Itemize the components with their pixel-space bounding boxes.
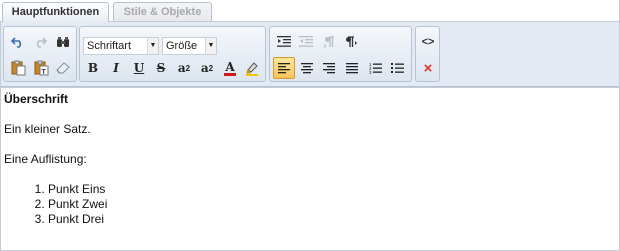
bold-button[interactable]: B (82, 57, 104, 79)
find-button[interactable] (52, 31, 74, 53)
strikethrough-button[interactable]: S (150, 57, 172, 79)
eraser-icon (56, 62, 70, 74)
editor-ordered-list: Punkt Eins Punkt Zwei Punkt Drei (4, 182, 620, 227)
ordered-list-icon: 123 (369, 62, 382, 74)
underline-button[interactable]: U (128, 57, 150, 79)
svg-text:3: 3 (369, 70, 372, 74)
unordered-list-icon (390, 63, 404, 73)
toolbar-group-tools: <> × (415, 26, 440, 82)
list-item: Punkt Eins (48, 182, 620, 197)
toolbar-group-format: Schriftart ▼ Größe ▼ B I U S a2 a2 A (79, 26, 266, 82)
font-color-label: A (225, 59, 235, 74)
align-center-icon (301, 62, 313, 73)
toolbar-group-edit: T (3, 26, 77, 82)
paste-text-button[interactable]: T (30, 57, 52, 79)
eraser-button[interactable] (52, 57, 74, 79)
align-justify-button[interactable] (341, 57, 363, 79)
indent-button[interactable] (273, 31, 295, 53)
unordered-list-button[interactable] (386, 57, 408, 79)
editor-sentence: Ein kleiner Satz. (4, 122, 91, 136)
align-left-icon (278, 62, 290, 73)
align-right-button[interactable] (318, 57, 340, 79)
undo-button[interactable] (7, 31, 29, 53)
ltr-button[interactable] (318, 31, 340, 53)
paste-icon (11, 60, 26, 76)
redo-button[interactable] (29, 31, 51, 53)
font-family-select[interactable]: Schriftart ▼ (83, 37, 159, 55)
font-size-select[interactable]: Größe ▼ (162, 37, 217, 55)
rtl-button[interactable] (341, 31, 363, 53)
ltr-icon (323, 36, 334, 48)
svg-text:T: T (42, 69, 47, 76)
font-color-bar (224, 72, 236, 76)
subscript-label: a (200, 61, 209, 75)
toolbar: T Schriftart ▼ Größe ▼ B I U S a2 a2 A 1… (0, 22, 620, 87)
superscript-label: a (177, 61, 186, 75)
remove-format-button[interactable]: × (417, 57, 439, 79)
chevron-down-icon: ▼ (205, 38, 216, 54)
editor-heading: Überschrift (4, 92, 69, 106)
font-color-button[interactable]: A (219, 57, 241, 79)
frame-left-border (0, 22, 1, 251)
align-justify-icon (346, 62, 358, 73)
list-item: Punkt Zwei (48, 197, 620, 212)
undo-icon (11, 37, 22, 48)
align-center-button[interactable] (296, 57, 318, 79)
redo-icon (36, 37, 47, 48)
paste-button[interactable] (7, 57, 29, 79)
source-code-button[interactable]: <> (417, 31, 439, 53)
align-right-icon (323, 62, 335, 73)
indent-icon (277, 36, 291, 47)
chevron-down-icon: ▼ (147, 38, 158, 54)
subscript-button[interactable]: a2 (196, 57, 218, 79)
editor-content[interactable]: Überschrift Ein kleiner Satz. Eine Aufli… (0, 87, 620, 251)
highlight-button[interactable] (241, 57, 263, 79)
outdent-icon (299, 36, 313, 47)
italic-button[interactable]: I (105, 57, 127, 79)
outdent-button[interactable] (295, 31, 317, 53)
paste-text-icon: T (34, 60, 49, 76)
align-left-button[interactable] (273, 57, 295, 79)
ordered-list-button[interactable]: 123 (364, 57, 386, 79)
highlighter-icon (246, 62, 258, 76)
font-size-value: Größe (166, 40, 198, 52)
toolbar-group-paragraph: 123 (269, 26, 412, 82)
list-item: Punkt Drei (48, 212, 620, 227)
tab-stile-objekte[interactable]: Stile & Objekte (113, 2, 212, 21)
tab-bar: Hauptfunktionen Stile & Objekte (0, 0, 620, 22)
rtl-icon (346, 36, 357, 47)
superscript-button[interactable]: a2 (173, 57, 195, 79)
font-family-value: Schriftart (87, 40, 132, 52)
binoculars-icon (57, 37, 69, 47)
editor-list-intro: Eine Auflistung: (4, 152, 87, 166)
tab-hauptfunktionen[interactable]: Hauptfunktionen (2, 2, 109, 22)
